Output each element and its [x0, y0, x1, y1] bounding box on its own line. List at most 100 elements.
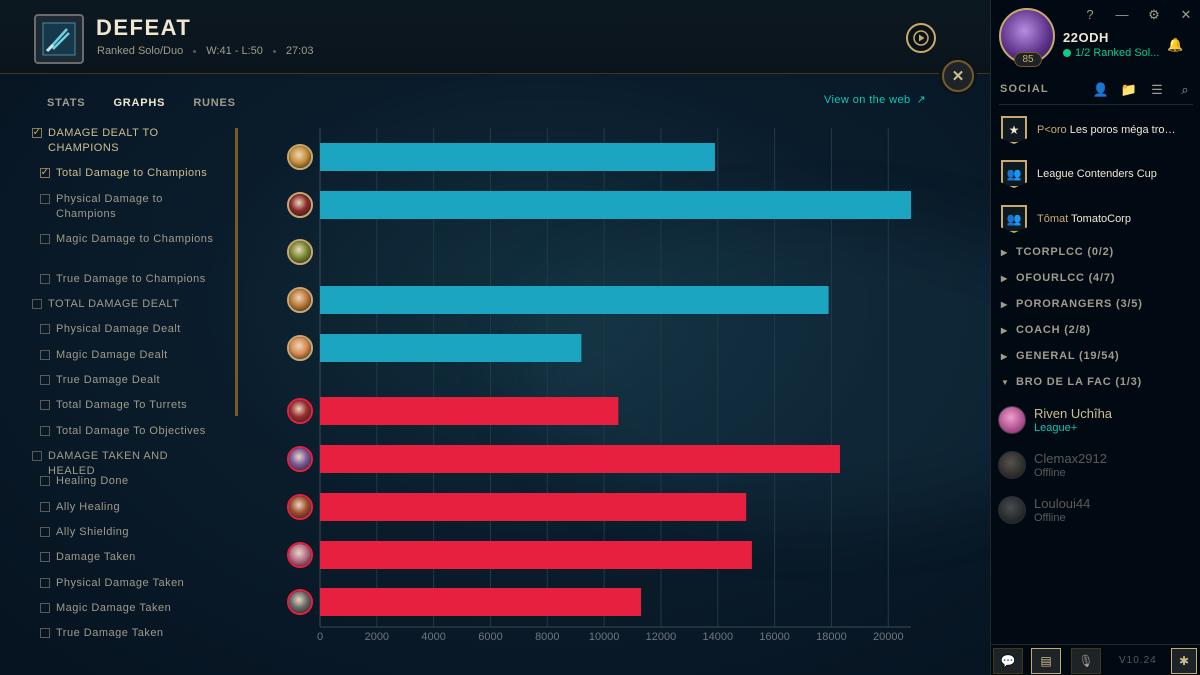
club-row[interactable]: 👥 League Contenders Cup [1001, 160, 1177, 188]
champion-portrait-icon[interactable] [287, 144, 313, 170]
checkbox-icon[interactable] [40, 502, 50, 512]
tab-stats[interactable]: STATS [47, 97, 85, 109]
checkbox-icon[interactable] [40, 426, 50, 436]
red-team-damage-bar[interactable] [320, 397, 619, 425]
checkbox-icon[interactable] [40, 628, 50, 638]
blue-team-damage-bar[interactable] [320, 191, 911, 219]
checkbox-icon[interactable] [40, 324, 50, 334]
checkbox-icon[interactable] [40, 194, 50, 204]
friend-status: Offline [1034, 512, 1066, 524]
friend-name: Clemax2912 [1034, 451, 1107, 466]
blue-team-damage-bar[interactable] [320, 334, 582, 362]
group-row[interactable]: ▶ TCORPLCC (0/2) [1001, 246, 1114, 258]
champion-portrait-icon[interactable] [287, 239, 313, 265]
stat-option[interactable]: Physical Damage to Champions [40, 192, 221, 222]
club-row[interactable]: 👥 Tômat TomatoCorp [1001, 205, 1177, 233]
stat-option[interactable]: True Damage Taken [40, 626, 221, 638]
chat-button[interactable]: 💬 [993, 648, 1023, 674]
checkbox-icon[interactable] [40, 375, 50, 385]
red-team-damage-bar[interactable] [320, 588, 642, 616]
friend-row[interactable]: Louloui44 Offline [998, 496, 1090, 525]
checkbox-icon[interactable] [32, 451, 42, 461]
stat-option[interactable]: Ally Healing [40, 500, 221, 515]
summoner-name[interactable]: 22ODH [1063, 30, 1109, 45]
bug-report-button[interactable]: ✱ [1171, 648, 1197, 674]
summoner-status[interactable]: 1/2 Ranked Sol... [1063, 47, 1159, 59]
voice-button[interactable]: 🎙 [1071, 648, 1101, 674]
add-folder-icon[interactable]: 📁 [1120, 82, 1138, 98]
group-row[interactable]: ▶ OFOURLCC (4/7) [1001, 272, 1115, 284]
stat-option[interactable]: Healing Done [40, 474, 221, 489]
stat-option[interactable]: Physical Damage Taken [40, 576, 221, 591]
stat-option[interactable]: True Damage Dealt [40, 373, 221, 388]
group-row[interactable]: ▶ PORORANGERS (3/5) [1001, 298, 1143, 310]
stat-list-scrollbar[interactable] [235, 128, 238, 416]
checkbox-icon[interactable] [40, 234, 50, 244]
group-row[interactable]: ▶ GENERAL (19/54) [1001, 350, 1120, 362]
champion-face [289, 591, 311, 613]
game-result-title: DEFEAT [96, 15, 192, 40]
checkbox-icon[interactable] [40, 476, 50, 486]
stat-group-option[interactable]: ✓ DAMAGE DEALT TO CHAMPIONS [32, 126, 218, 156]
checkbox-icon[interactable] [40, 274, 50, 284]
add-friend-icon[interactable]: 👤 [1092, 82, 1110, 98]
stat-option[interactable]: Damage Taken [40, 550, 221, 565]
checkbox-icon[interactable] [40, 350, 50, 360]
friend-row[interactable]: Clemax2912 Offline [998, 451, 1107, 480]
blue-team-damage-bar[interactable] [320, 286, 829, 314]
champion-portrait-icon[interactable] [287, 398, 313, 424]
checkbox-icon[interactable] [40, 400, 50, 410]
settings-icon[interactable]: ⚙ [1147, 7, 1161, 23]
stat-option[interactable]: ✓ Total Damage to Champions [40, 166, 221, 181]
red-team-damage-bar[interactable] [320, 541, 752, 569]
missions-button[interactable]: ▤ [1031, 648, 1061, 674]
group-row[interactable]: ▶ COACH (2/8) [1001, 324, 1091, 336]
checkbox-icon[interactable] [40, 552, 50, 562]
group-row[interactable]: ▼ BRO DE LA FAC (1/3) [1001, 376, 1142, 388]
group-label: PORORANGERS (3/5) [1016, 298, 1143, 310]
tab-graphs[interactable]: GRAPHS [113, 97, 165, 109]
champion-portrait-icon[interactable] [287, 446, 313, 472]
stat-option[interactable]: Magic Damage Taken [40, 601, 221, 616]
post-game-panel: DEFEAT Ranked Solo/Duo W:41 - L:50 27:03… [0, 0, 990, 675]
help-icon[interactable]: ? [1083, 7, 1097, 23]
notification-bell-icon[interactable]: 🔔 [1167, 37, 1183, 53]
replay-button[interactable] [906, 23, 936, 53]
tab-runes[interactable]: RUNES [193, 97, 236, 109]
checkbox-checked-icon[interactable]: ✓ [32, 128, 42, 138]
friend-row[interactable]: Riven Uchîha League+ [998, 406, 1112, 435]
search-icon[interactable]: ⌕ [1176, 82, 1194, 98]
minimize-icon[interactable]: — [1115, 7, 1129, 23]
checkbox-icon[interactable] [32, 299, 42, 309]
stat-option[interactable]: Ally Shielding [40, 525, 221, 540]
stat-option[interactable]: Total Damage To Objectives [40, 424, 221, 439]
red-team-damage-bar[interactable] [320, 493, 747, 521]
champion-face [289, 448, 311, 470]
club-row[interactable]: ★ P<oro Les poros méga trop f... [1001, 116, 1177, 144]
stat-option[interactable]: True Damage to Champions [40, 272, 221, 287]
stat-option[interactable]: Magic Damage Dealt [40, 348, 221, 363]
close-icon[interactable]: ✕ [1179, 7, 1193, 23]
checkbox-checked-icon[interactable]: ✓ [40, 168, 50, 178]
champion-portrait-icon[interactable] [287, 192, 313, 218]
stat-option[interactable]: Physical Damage Dealt [40, 322, 221, 337]
champion-portrait-icon[interactable] [287, 589, 313, 615]
online-status-dot [1063, 49, 1071, 57]
blue-team-damage-bar[interactable] [320, 143, 715, 171]
list-icon[interactable]: ☰ [1148, 82, 1166, 98]
champion-portrait-icon[interactable] [287, 335, 313, 361]
checkbox-icon[interactable] [40, 603, 50, 613]
ranked-game-icon [34, 14, 84, 64]
view-on-web-link[interactable]: View on the web ↗ [824, 93, 926, 107]
stat-option-label: Magic Damage to Champions [56, 233, 214, 245]
stat-option[interactable]: Total Damage To Turrets [40, 398, 221, 413]
champion-portrait-icon[interactable] [287, 494, 313, 520]
champion-portrait-icon[interactable] [287, 542, 313, 568]
stat-option[interactable]: Magic Damage to Champions [40, 232, 221, 247]
checkbox-icon[interactable] [40, 578, 50, 588]
stat-group-option[interactable]: TOTAL DAMAGE DEALT [32, 297, 218, 312]
champion-portrait-icon[interactable] [287, 287, 313, 313]
close-post-game-button[interactable]: ✕ [942, 60, 974, 92]
checkbox-icon[interactable] [40, 527, 50, 537]
red-team-damage-bar[interactable] [320, 445, 840, 473]
